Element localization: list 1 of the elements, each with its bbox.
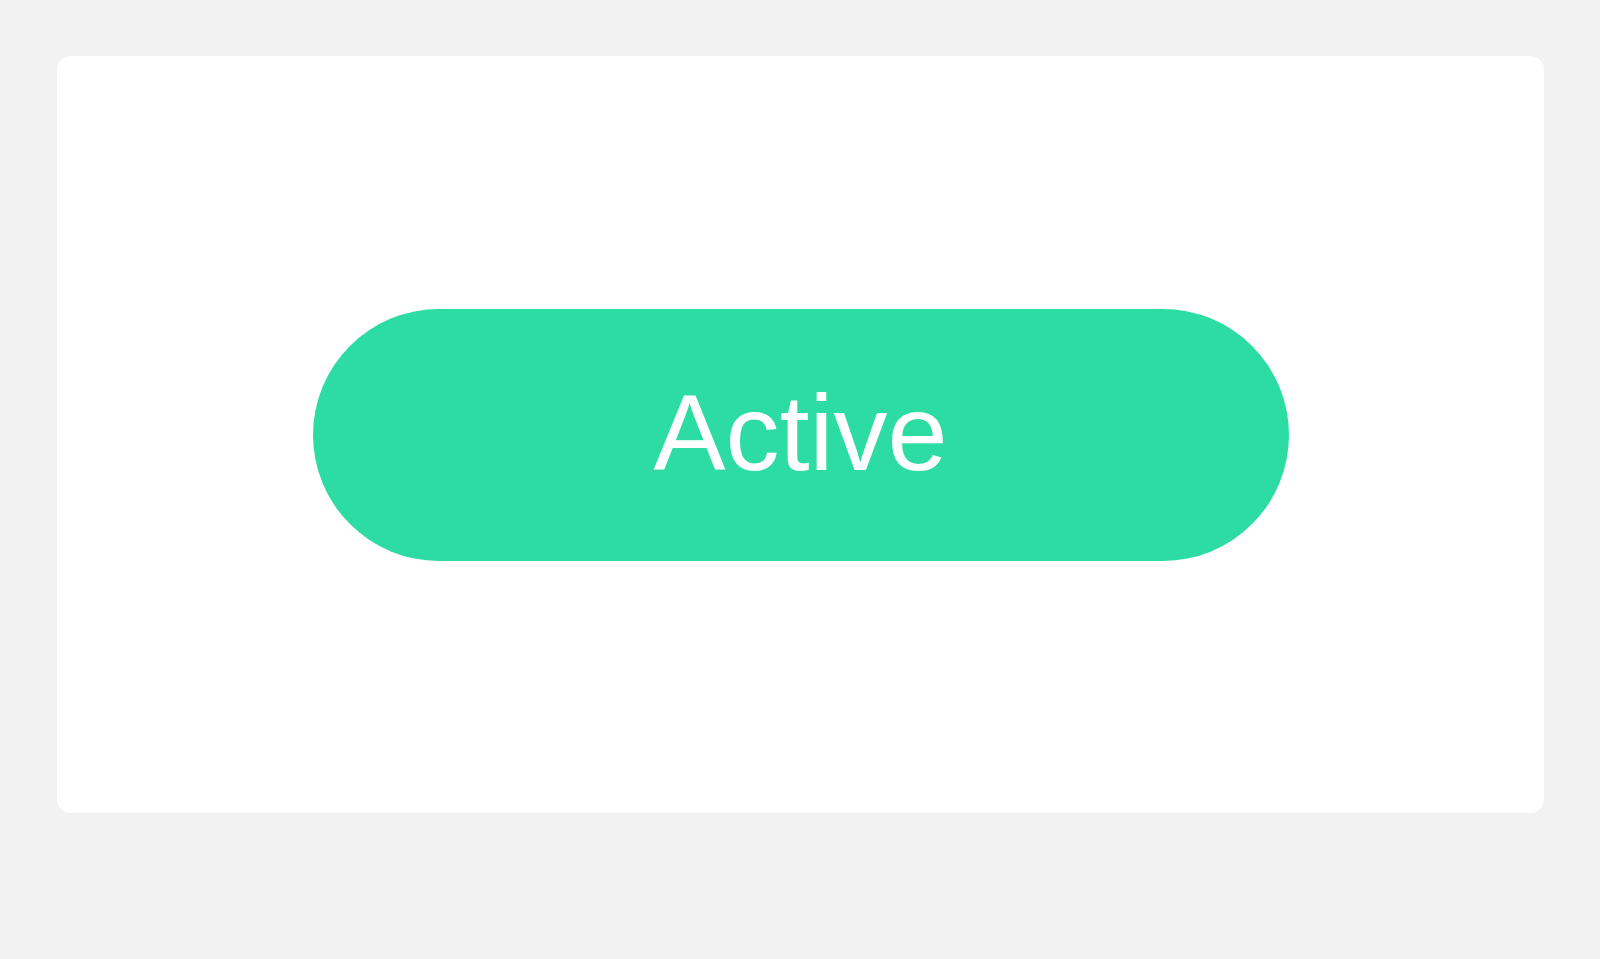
active-button[interactable]: Active	[312, 308, 1289, 561]
